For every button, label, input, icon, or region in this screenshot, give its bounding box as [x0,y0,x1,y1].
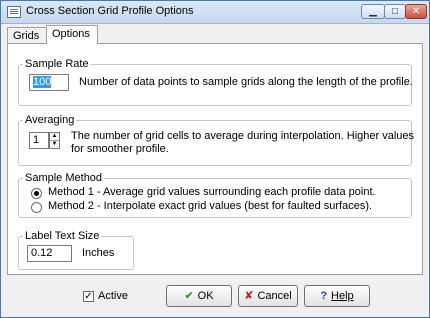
tab-grids[interactable]: Grids [7,27,47,43]
averaging-input[interactable]: 1 [29,132,49,149]
active-label[interactable]: Active [98,290,128,302]
spin-up-icon[interactable]: ▲ [50,133,59,141]
label-text-size-input[interactable]: 0.12 [27,245,72,262]
sample-rate-legend: Sample Rate [25,58,89,70]
options-tab-panel: Sample Rate 100 Number of data points to… [7,43,423,275]
checkmark-icon: ✓ [84,291,93,302]
spin-down-icon[interactable]: ▼ [50,141,59,148]
window-title: Cross Section Grid Profile Options [26,5,194,17]
title-bar[interactable]: Cross Section Grid Profile Options ▁ □ ✕ [1,1,429,24]
dialog-window: Cross Section Grid Profile Options ▁ □ ✕… [0,0,430,318]
ok-button[interactable]: ✔ OK [166,285,232,307]
checkmark-icon: ✔ [184,290,194,302]
averaging-description-line1: The number of grid cells to average duri… [71,130,415,142]
method-1-radio[interactable] [31,188,42,199]
label-text-size-unit: Inches [82,247,115,259]
cancel-x-icon: ✘ [244,290,254,302]
method-2-radio[interactable] [31,202,42,213]
sample-method-group: Sample Method Method 1 - Average grid va… [18,172,412,218]
sample-rate-input[interactable]: 100 [29,74,69,91]
sample-rate-description: Number of data points to sample grids al… [79,76,413,88]
help-button-label: Help [331,290,354,302]
cancel-button-label: Cancel [257,290,292,302]
help-button[interactable]: ? Help [304,285,370,307]
averaging-description-line2: for smoother profile. [71,143,169,155]
method-2-label[interactable]: Method 2 - Interpolate exact grid values… [48,200,372,212]
method-1-label[interactable]: Method 1 - Average grid values surroundi… [48,186,376,198]
ok-button-label: OK [197,290,214,302]
close-button[interactable]: ✕ [405,4,427,19]
averaging-legend: Averaging [25,114,75,126]
sample-method-legend: Sample Method [25,172,103,184]
averaging-group: Averaging 1 ▲ ▼ The number of grid cells… [18,114,415,166]
sample-rate-value: 100 [33,76,52,88]
label-text-size-group: Label Text Size 0.12 Inches [18,230,134,270]
tab-options[interactable]: Options [46,25,98,44]
sample-rate-group: Sample Rate 100 Number of data points to… [18,58,413,106]
help-question-icon: ? [320,290,328,302]
maximize-button[interactable]: □ [384,4,406,19]
averaging-spinner[interactable]: ▲ ▼ [49,132,60,149]
minimize-button[interactable]: ▁ [361,4,385,19]
active-checkbox[interactable]: ✓ [83,291,94,302]
cancel-button[interactable]: ✘ Cancel [238,285,298,307]
app-window-icon [7,6,21,18]
label-text-size-legend: Label Text Size [25,230,100,242]
